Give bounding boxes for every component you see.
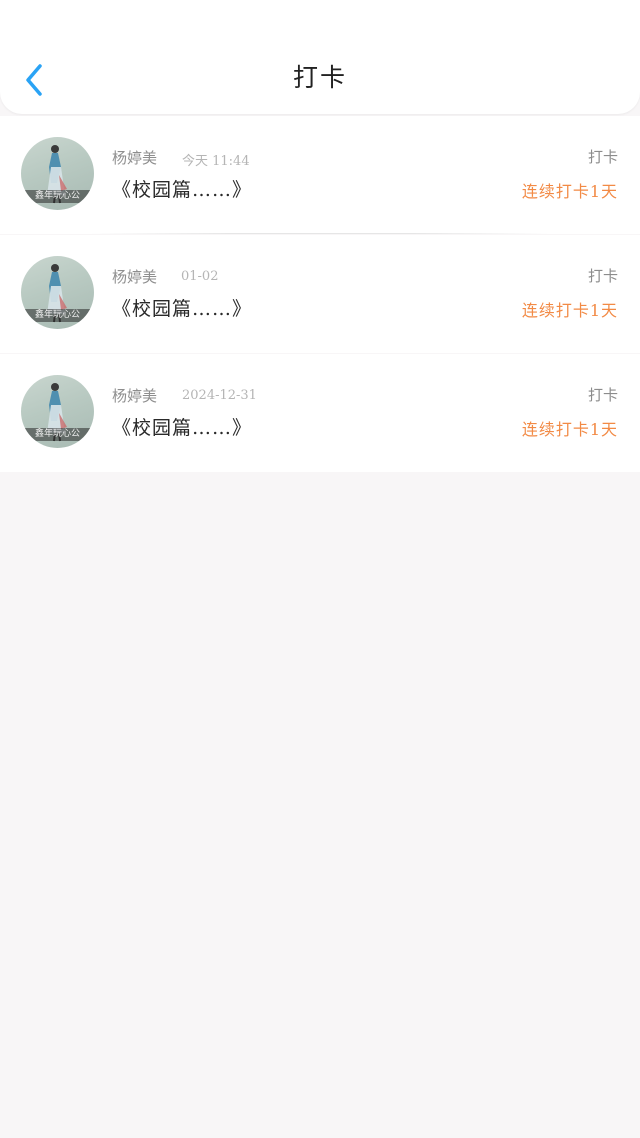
user-name: 杨婷美 (112, 387, 158, 405)
record-content: 《校园篇……》 (112, 417, 253, 439)
avatar[interactable]: 鑫年玩心公 (21, 137, 94, 210)
streak-label: 连续打卡1天 (521, 301, 618, 320)
record-time: 2024-12-31 (182, 388, 257, 403)
user-name: 杨婷美 (112, 268, 158, 286)
top-nav-bar: 打卡 (0, 0, 640, 114)
record-content: 《校园篇……》 (112, 298, 253, 320)
avatar-watermark: 鑫年玩心公 (21, 190, 94, 203)
page-title: 打卡 (292, 63, 347, 92)
record-tag: 打卡 (587, 148, 618, 166)
avatar[interactable]: 鑫年玩心公 (21, 375, 94, 448)
record-time: 01-02 (181, 269, 219, 284)
streak-label: 连续打卡1天 (521, 420, 618, 439)
user-name: 杨婷美 (112, 149, 158, 167)
record-time: 今天 11:44 (182, 154, 250, 169)
record-content: 《校园篇……》 (112, 179, 253, 201)
record-tag: 打卡 (587, 386, 618, 404)
avatar[interactable]: 鑫年玩心公 (21, 256, 94, 329)
avatar-watermark: 鑫年玩心公 (21, 428, 94, 441)
list-item[interactable]: 鑫年玩心公 杨婷美 01-02 《校园篇……》 打卡 连续打卡1天 (0, 235, 640, 353)
list-item[interactable]: 鑫年玩心公 杨婷美 2024-12-31 《校园篇……》 打卡 连续打卡1天 (0, 354, 640, 472)
list-item[interactable]: 鑫年玩心公 杨婷美 今天 11:44 《校园篇……》 打卡 连续打卡1天 (0, 116, 640, 234)
checkin-list: 鑫年玩心公 杨婷美 今天 11:44 《校园篇……》 打卡 连续打卡1天 鑫年玩… (0, 116, 640, 473)
row-divider (90, 233, 550, 234)
record-tag: 打卡 (587, 267, 618, 285)
avatar-watermark: 鑫年玩心公 (21, 309, 94, 322)
streak-label: 连续打卡1天 (521, 182, 618, 201)
